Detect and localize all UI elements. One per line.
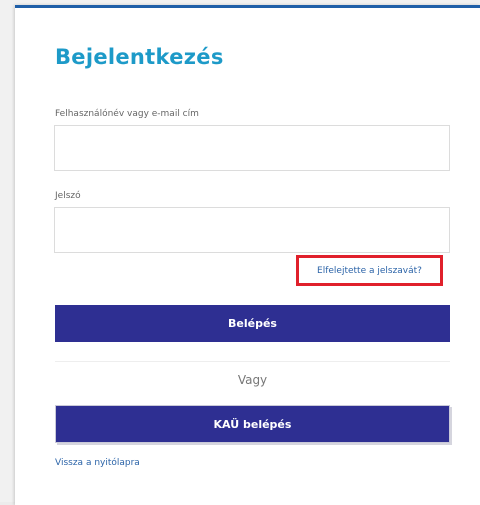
back-to-home-link[interactable]: Vissza a nyitólapra <box>55 458 140 468</box>
page-title: Bejelentkezés <box>55 45 224 69</box>
divider <box>55 361 450 362</box>
password-label: Jelszó <box>55 191 81 201</box>
password-input[interactable] <box>54 207 450 253</box>
username-label: Felhasználónév vagy e-mail cím <box>55 109 199 119</box>
forgot-password-link[interactable]: Elfelejtette a jelszavát? <box>299 258 440 283</box>
login-form: Bejelentkezés Felhasználónév vagy e-mail… <box>15 5 480 502</box>
login-button[interactable]: Belépés <box>55 305 450 342</box>
username-input[interactable] <box>54 125 450 171</box>
forgot-password-highlight: Elfelejtette a jelszavát? <box>296 255 443 286</box>
or-separator-text: Vagy <box>237 373 268 387</box>
kau-login-button[interactable]: KAÜ belépés <box>55 405 450 443</box>
